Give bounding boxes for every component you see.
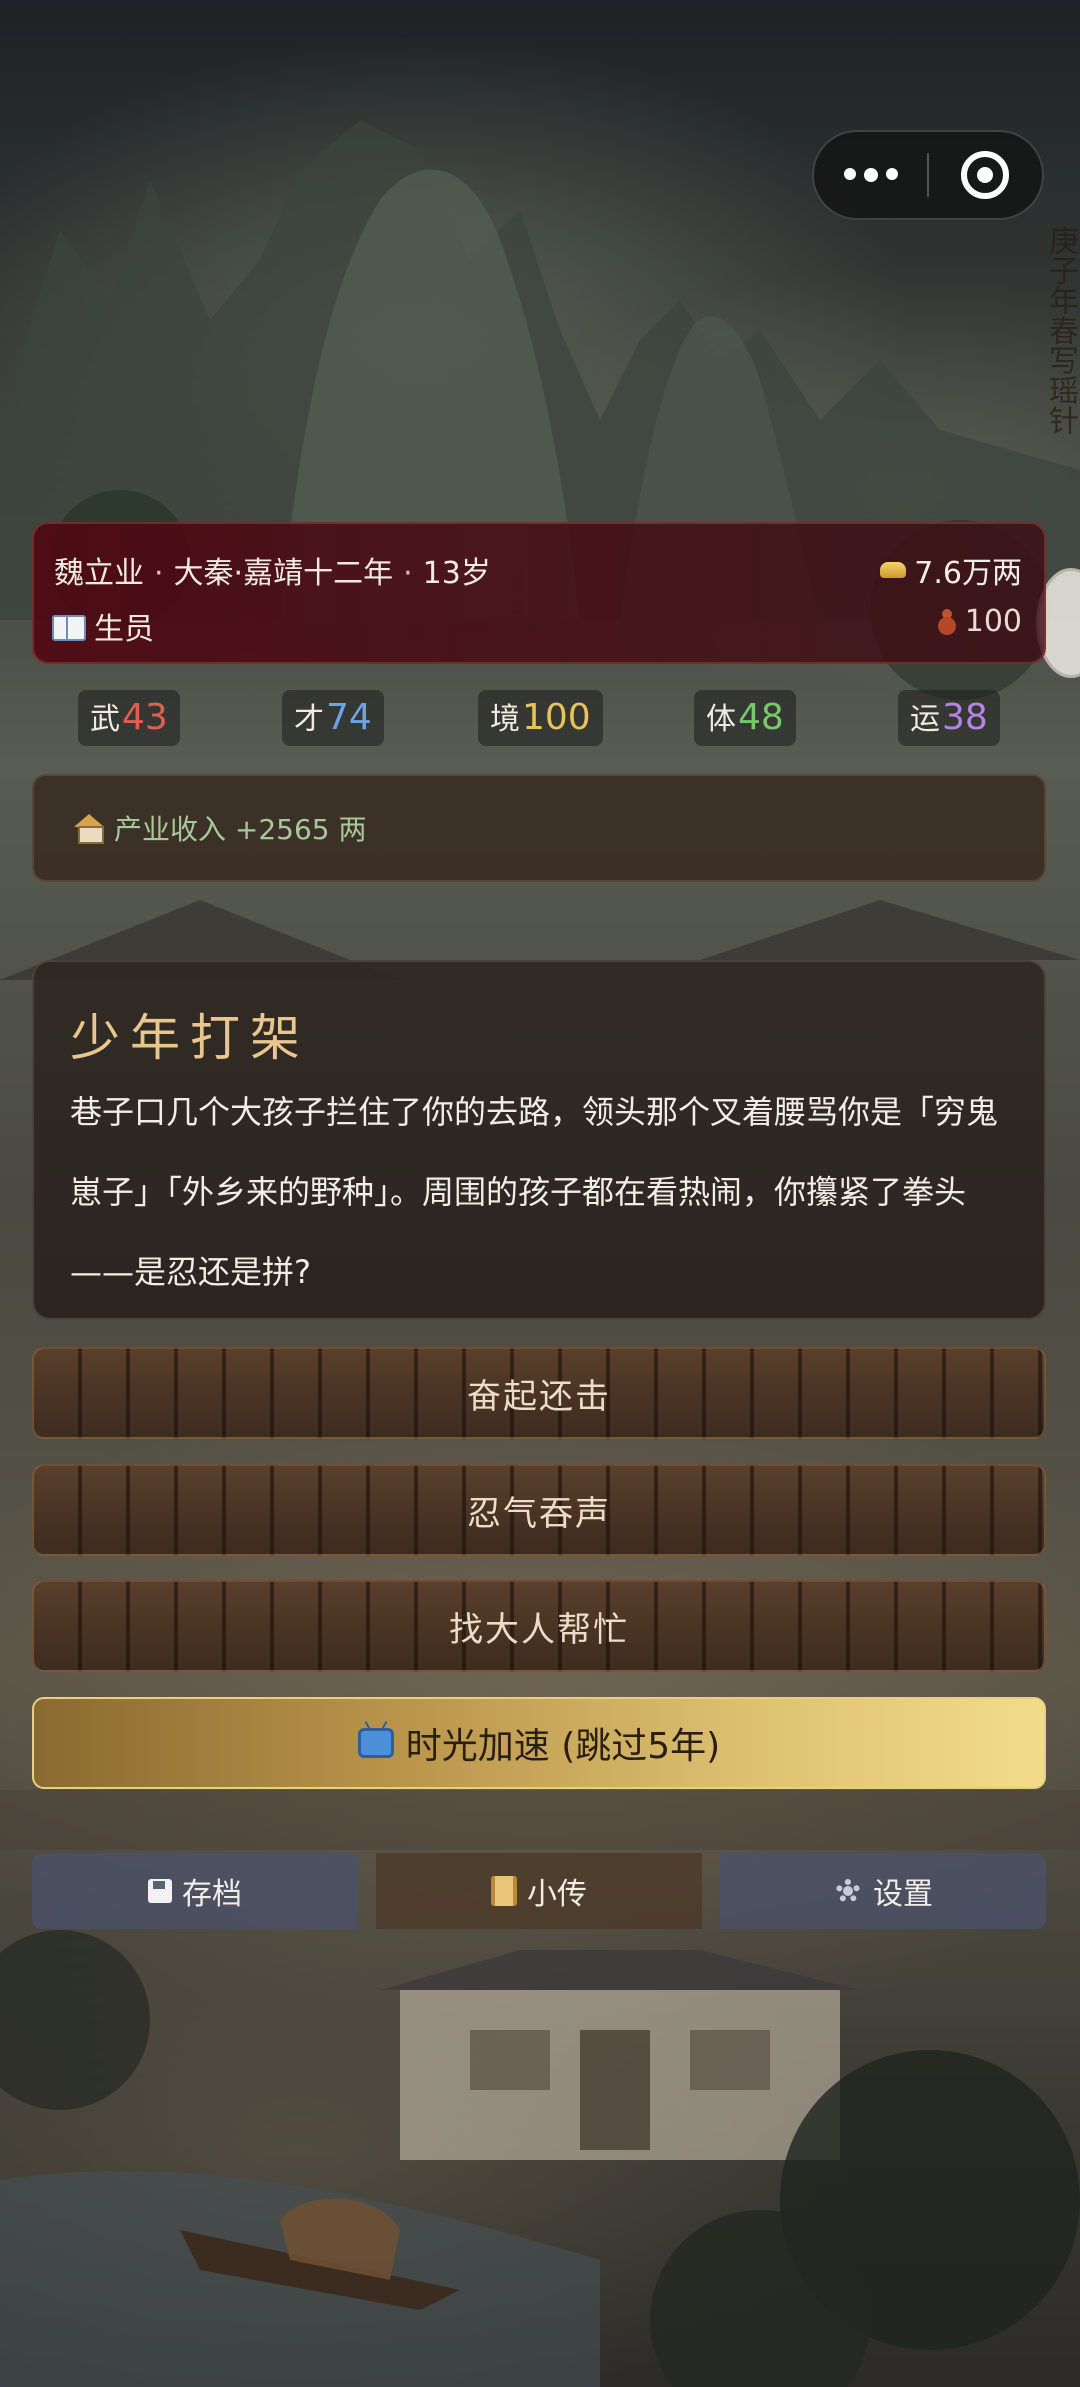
stat-talent: 才 74 xyxy=(282,690,384,746)
gourd-icon xyxy=(937,608,957,635)
stat-value: 38 xyxy=(942,697,988,738)
stat-label: 体 xyxy=(706,702,736,737)
industry-income-bar: 产业收入 +2565 两 xyxy=(32,774,1046,882)
choice-endure-button[interactable]: 忍气吞声 xyxy=(32,1464,1046,1556)
event-title: 少年打架 xyxy=(70,1009,310,1067)
biography-button[interactable]: 小传 xyxy=(376,1853,702,1929)
time-accelerate-button[interactable]: 时光加速 (跳过5年) xyxy=(32,1697,1046,1789)
settings-label: 设置 xyxy=(873,1877,933,1912)
era-label: 大秦·嘉靖十二年 xyxy=(173,556,394,591)
event-card: 少年打架 巷子口几个大孩子拦住了你的去路，领头那个叉着腰骂你是「穷鬼崽子」「外乡… xyxy=(32,960,1046,1320)
income-text: 产业收入 +2565 两 xyxy=(114,813,367,846)
time-accelerate-label: 时光加速 (跳过5年) xyxy=(405,1726,721,1767)
gold-ingot-icon xyxy=(880,562,907,578)
stat-label: 武 xyxy=(90,702,120,737)
save-label: 存档 xyxy=(182,1877,242,1912)
biography-label: 小传 xyxy=(527,1877,587,1912)
age-label: 13岁 xyxy=(422,556,491,591)
painting-calligraphy: 庚子年春写瑶针 xyxy=(1043,225,1078,435)
tv-icon xyxy=(357,1728,394,1758)
floppy-disk-icon xyxy=(148,1879,172,1903)
stat-value: 43 xyxy=(122,697,168,738)
stat-value: 74 xyxy=(326,697,372,738)
character-info-row: 魏立业 · 大秦·嘉靖十二年 · 13岁 xyxy=(54,548,491,592)
attribute-stats-row: 武 43 才 74 境 100 体 48 运 38 xyxy=(32,690,1046,746)
event-description: 巷子口几个大孩子拦住了你的去路，领头那个叉着腰骂你是「穷鬼崽子」「外乡来的野种」… xyxy=(70,1093,999,1291)
money-value: 7.6万两 xyxy=(914,556,1022,591)
mini-program-capsule xyxy=(812,130,1044,220)
house-icon xyxy=(72,814,106,844)
separator-dot: · xyxy=(154,556,164,591)
status-row: 生员 xyxy=(52,604,154,648)
more-options-button[interactable] xyxy=(814,168,927,182)
stat-value: 48 xyxy=(738,697,784,738)
choice-fight-back-button[interactable]: 奋起还击 xyxy=(32,1347,1046,1439)
stat-luck: 运 38 xyxy=(898,690,1000,746)
choice-seek-adult-button[interactable]: 找大人帮忙 xyxy=(32,1580,1046,1672)
stat-physique: 体 48 xyxy=(694,690,796,746)
stat-value: 100 xyxy=(522,697,591,738)
stat-martial: 武 43 xyxy=(78,690,180,746)
target-circle-icon xyxy=(961,151,1010,199)
money-display: 7.6万两 xyxy=(880,548,1022,592)
scroll-icon xyxy=(491,1876,517,1906)
dot-icon xyxy=(843,168,856,180)
status-label: 生员 xyxy=(94,612,154,647)
close-mini-program-button[interactable] xyxy=(929,151,1042,199)
health-value: 100 xyxy=(964,604,1022,639)
character-header-card: 魏立业 · 大秦·嘉靖十二年 · 13岁 7.6万两 生员 100 xyxy=(32,522,1046,664)
save-button[interactable]: 存档 xyxy=(32,1853,358,1929)
character-name: 魏立业 xyxy=(54,556,144,591)
separator-dot: · xyxy=(403,556,413,591)
book-icon xyxy=(52,613,86,641)
dot-icon xyxy=(863,168,878,182)
stat-realm: 境 100 xyxy=(478,690,603,746)
stat-label: 运 xyxy=(910,702,940,737)
gear-icon xyxy=(833,1876,863,1906)
settings-button[interactable]: 设置 xyxy=(720,1853,1046,1929)
stat-label: 境 xyxy=(490,702,520,737)
health-display: 100 xyxy=(937,604,1022,639)
stat-label: 才 xyxy=(294,702,324,737)
dot-icon xyxy=(885,168,898,180)
